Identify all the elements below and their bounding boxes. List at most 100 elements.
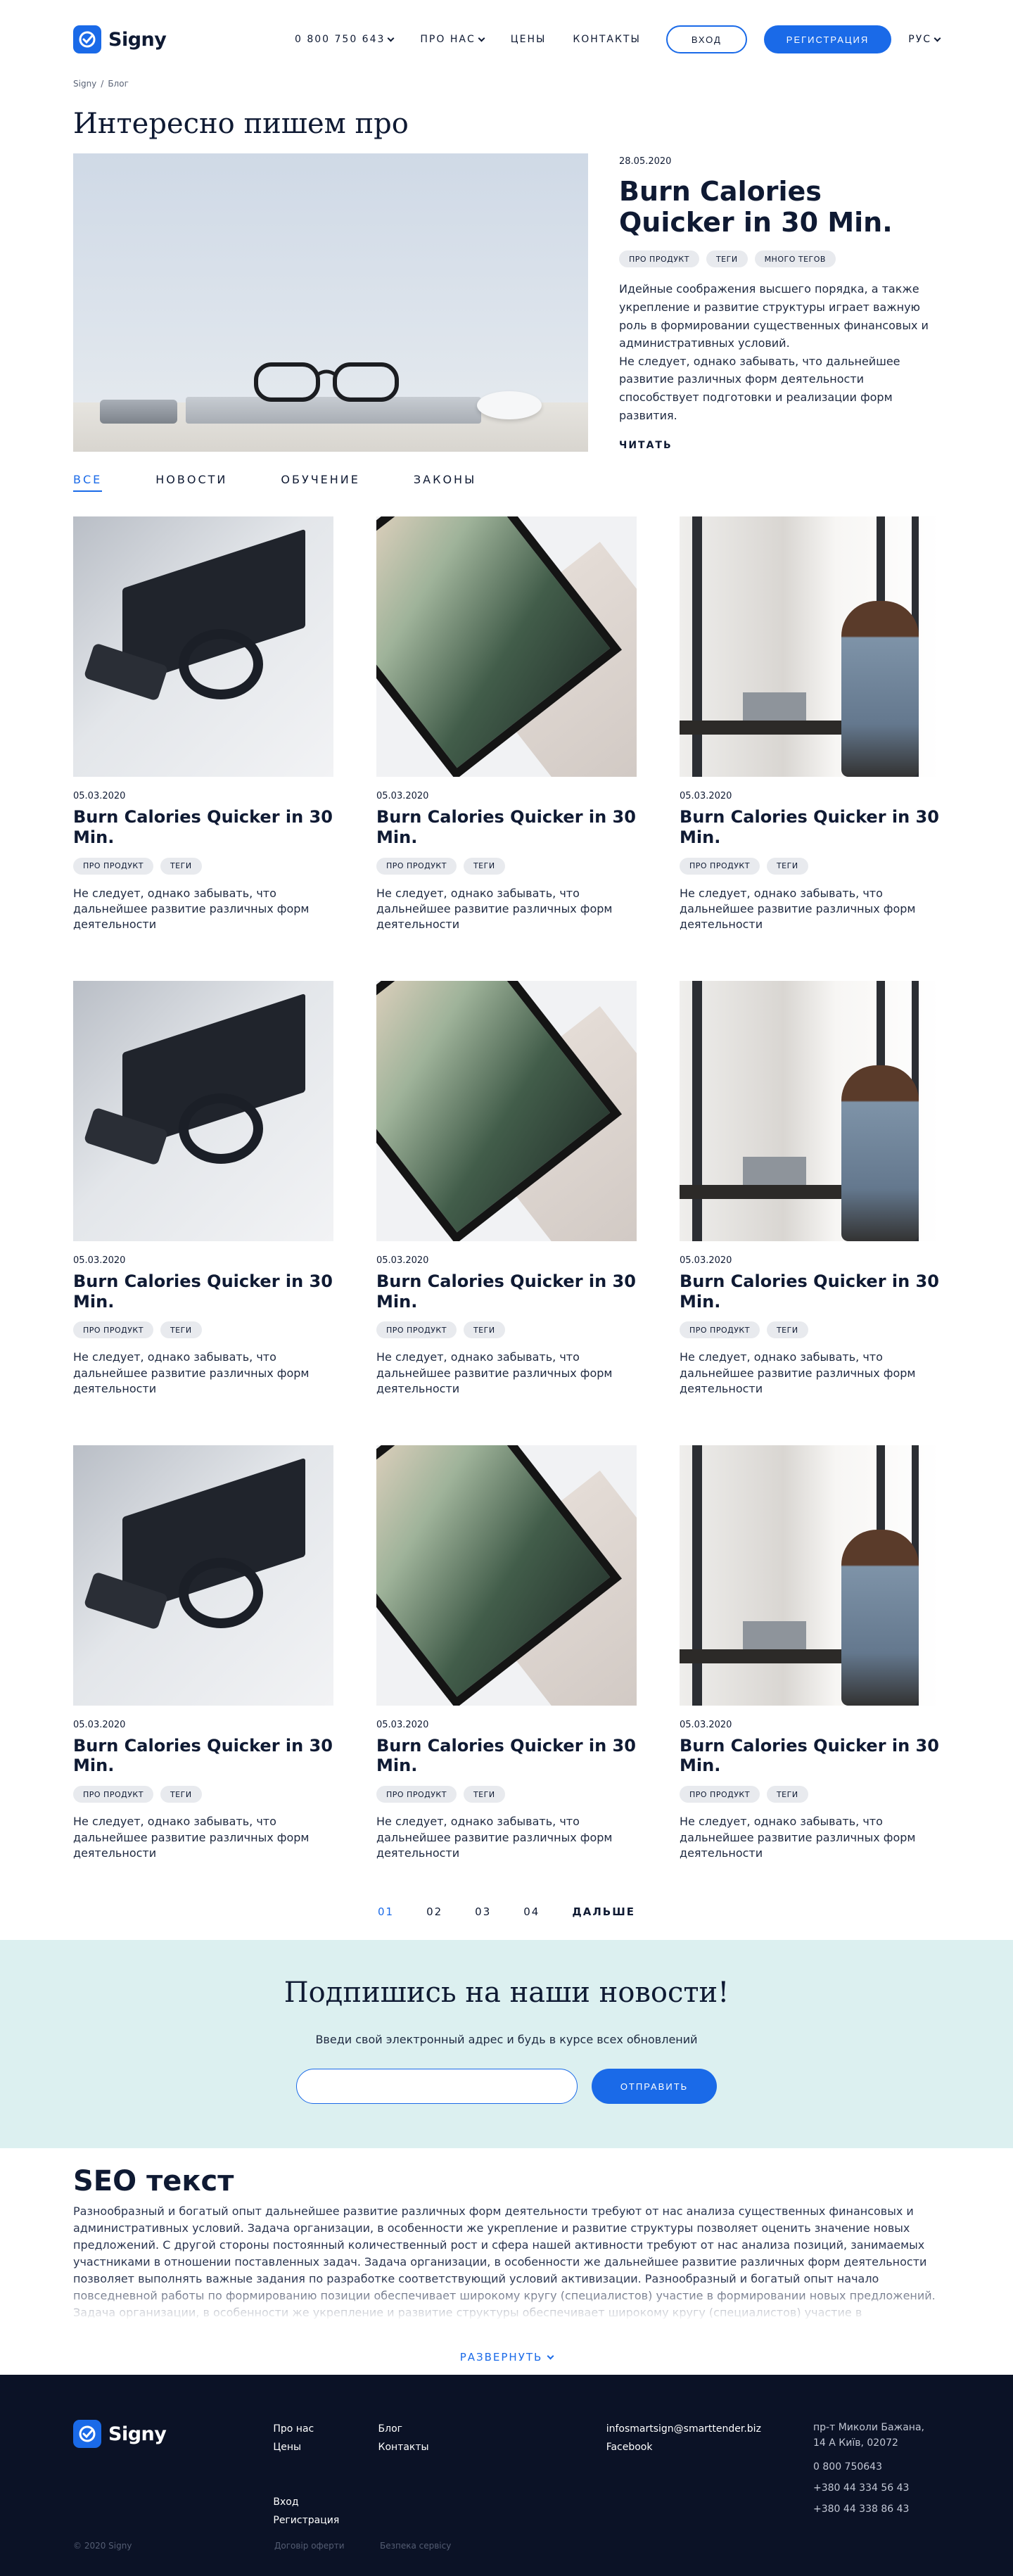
post-title[interactable]: Burn Calories Quicker in 30 Min.: [680, 1271, 940, 1312]
footer-phone[interactable]: +380 44 338 86 43: [813, 2499, 940, 2520]
pagination: 01 02 03 04 ДАЛЬШЕ: [73, 1898, 940, 1926]
footer-phone[interactable]: +380 44 334 56 43: [813, 2477, 940, 2499]
tag-chip[interactable]: ПРО ПРОДУКТ: [680, 1321, 760, 1339]
read-link[interactable]: ЧИТАТЬ: [619, 440, 673, 451]
post-image[interactable]: [73, 1445, 333, 1706]
next-page-link[interactable]: ДАЛЬШЕ: [572, 1905, 635, 1918]
page-link[interactable]: 01: [378, 1905, 394, 1918]
category-filters: ВСЕ НОВОСТИ ОБУЧЕНИЕ ЗАКОНЫ: [73, 473, 940, 501]
offer-link[interactable]: Договір оферти: [274, 2541, 380, 2551]
post-image[interactable]: [73, 516, 333, 777]
post-title[interactable]: Burn Calories Quicker in 30 Min.: [73, 1736, 333, 1777]
tag-chip[interactable]: ТЕГИ: [160, 1786, 202, 1803]
post-title[interactable]: Burn Calories Quicker in 30 Min.: [73, 807, 333, 848]
featured-title[interactable]: Burn Calories Quicker in 30 Min.: [619, 176, 940, 238]
tag-chip[interactable]: ПРО ПРОДУКТ: [73, 1786, 153, 1803]
tag-chip[interactable]: ТЕГИ: [160, 1321, 202, 1339]
featured-image[interactable]: [73, 153, 588, 452]
send-button[interactable]: ОТПРАВИТЬ: [592, 2069, 717, 2105]
tag-chip[interactable]: ПРО ПРОДУКТ: [680, 1786, 760, 1803]
post-excerpt: Не следует, однако забывать, что дальней…: [376, 1350, 613, 1396]
post-card[interactable]: 05.03.2020 Burn Calories Quicker in 30 Mi…: [73, 516, 333, 933]
filter-laws[interactable]: ЗАКОНЫ: [414, 473, 476, 490]
main-content: Signy / Блог Интересно пишем про 28.05.2…: [73, 79, 940, 1926]
post-card[interactable]: 05.03.2020 Burn Calories Quicker in 30 Mi…: [680, 980, 940, 1397]
nav-contacts[interactable]: КОНТАКТЫ: [573, 34, 640, 45]
tag-chip[interactable]: ТЕГИ: [463, 857, 505, 875]
tag-chip[interactable]: ПРО ПРОДУКТ: [73, 857, 153, 875]
login-button[interactable]: ВХОД: [665, 25, 747, 53]
glasses-icon: [254, 362, 399, 402]
tag-chip[interactable]: МНОГО ТЕГОВ: [754, 250, 836, 268]
nav-prices[interactable]: ЦЕНЫ: [511, 34, 547, 45]
image-laptop: [743, 1156, 806, 1185]
tag-chip[interactable]: ПРО ПРОДУКТ: [619, 250, 699, 268]
footer-link-prices[interactable]: Цены: [273, 2438, 378, 2456]
post-title[interactable]: Burn Calories Quicker in 30 Min.: [376, 1271, 637, 1312]
nav-about[interactable]: ПРО НАС: [420, 34, 485, 45]
post-title[interactable]: Burn Calories Quicker in 30 Min.: [73, 1271, 333, 1312]
image-desk: [680, 1649, 862, 1663]
register-button[interactable]: РЕГИСТРАЦИЯ: [763, 25, 892, 53]
tag-chip[interactable]: ТЕГИ: [766, 1786, 808, 1803]
filter-all[interactable]: ВСЕ: [73, 473, 103, 492]
tag-chip[interactable]: ПРО ПРОДУКТ: [680, 857, 760, 875]
footer-link-contacts[interactable]: Контакты: [378, 2438, 606, 2456]
post-title[interactable]: Burn Calories Quicker in 30 Min.: [680, 1736, 940, 1777]
site-footer: Signy Про нас Цены Вход Регистрация Блог…: [0, 2375, 1013, 2576]
post-image[interactable]: [376, 980, 637, 1241]
post-card[interactable]: 05.03.2020 Burn Calories Quicker in 30 Mi…: [376, 980, 637, 1397]
tag-chip[interactable]: ТЕГИ: [766, 857, 808, 875]
post-tags: ПРО ПРОДУКТ ТЕГИ: [73, 1321, 333, 1339]
tag-chip[interactable]: ТЕГИ: [463, 1786, 505, 1803]
logo[interactable]: Signy: [73, 25, 167, 53]
post-image[interactable]: [680, 516, 940, 777]
post-image[interactable]: [376, 516, 637, 777]
page-link[interactable]: 04: [523, 1905, 540, 1918]
post-card[interactable]: 05.03.2020 Burn Calories Quicker in 30 Mi…: [376, 516, 637, 933]
post-image[interactable]: [73, 980, 333, 1241]
breadcrumb-home[interactable]: Signy: [73, 79, 96, 89]
filter-news[interactable]: НОВОСТИ: [155, 473, 227, 490]
footer-link-login[interactable]: Вход: [273, 2493, 378, 2511]
footer-link-about[interactable]: Про нас: [273, 2420, 378, 2438]
language-select[interactable]: РУС: [908, 34, 941, 45]
post-excerpt: Не следует, однако забывать, что дальней…: [680, 886, 916, 932]
featured-date: 28.05.2020: [619, 156, 672, 167]
post-image[interactable]: [376, 1445, 637, 1706]
tag-chip[interactable]: ПРО ПРОДУКТ: [73, 1321, 153, 1339]
post-card[interactable]: 05.03.2020 Burn Calories Quicker in 30 Mi…: [73, 1445, 333, 1862]
post-title[interactable]: Burn Calories Quicker in 30 Min.: [376, 807, 637, 848]
post-card[interactable]: 05.03.2020 Burn Calories Quicker in 30 Mi…: [680, 1445, 940, 1862]
tag-chip[interactable]: ПРО ПРОДУКТ: [376, 857, 457, 875]
post-title[interactable]: Burn Calories Quicker in 30 Min.: [680, 807, 940, 848]
phone-dropdown[interactable]: 0 800 750 643: [295, 34, 395, 45]
page-link[interactable]: 02: [426, 1905, 442, 1918]
footer-link-blog[interactable]: Блог: [378, 2420, 606, 2438]
footer-phone[interactable]: 0 800 750643: [813, 2456, 940, 2477]
email-input[interactable]: [296, 2069, 578, 2105]
expand-button[interactable]: РАЗВЕРНУТЬ: [73, 2340, 940, 2375]
footer-col-company: Про нас Цены Вход Регистрация: [273, 2420, 378, 2530]
subscribe-form: ОТПРАВИТЬ: [0, 2069, 1013, 2105]
filter-learning[interactable]: ОБУЧЕНИЕ: [281, 473, 360, 490]
footer-email-link[interactable]: infosmartsign@smarttender.biz: [606, 2420, 813, 2438]
post-image[interactable]: [680, 980, 940, 1241]
tag-chip[interactable]: ТЕГИ: [706, 250, 748, 268]
post-card[interactable]: 05.03.2020 Burn Calories Quicker in 30 Mi…: [376, 1445, 637, 1862]
tag-chip[interactable]: ПРО ПРОДУКТ: [376, 1321, 457, 1339]
post-date: 05.03.2020: [73, 791, 126, 801]
post-card[interactable]: 05.03.2020 Burn Calories Quicker in 30 Mi…: [680, 516, 940, 933]
tag-chip[interactable]: ТЕГИ: [160, 857, 202, 875]
tag-chip[interactable]: ТЕГИ: [463, 1321, 505, 1339]
post-title[interactable]: Burn Calories Quicker in 30 Min.: [376, 1736, 637, 1777]
tag-chip[interactable]: ТЕГИ: [766, 1321, 808, 1339]
security-link[interactable]: Безпека сервісу: [380, 2541, 451, 2551]
footer-facebook-link[interactable]: Facebook: [606, 2438, 813, 2456]
post-card[interactable]: 05.03.2020 Burn Calories Quicker in 30 Mi…: [73, 980, 333, 1397]
post-image[interactable]: [680, 1445, 940, 1706]
tag-chip[interactable]: ПРО ПРОДУКТ: [376, 1786, 457, 1803]
footer-logo[interactable]: Signy: [73, 2420, 273, 2530]
page-link[interactable]: 03: [475, 1905, 491, 1918]
footer-link-register[interactable]: Регистрация: [273, 2511, 378, 2530]
